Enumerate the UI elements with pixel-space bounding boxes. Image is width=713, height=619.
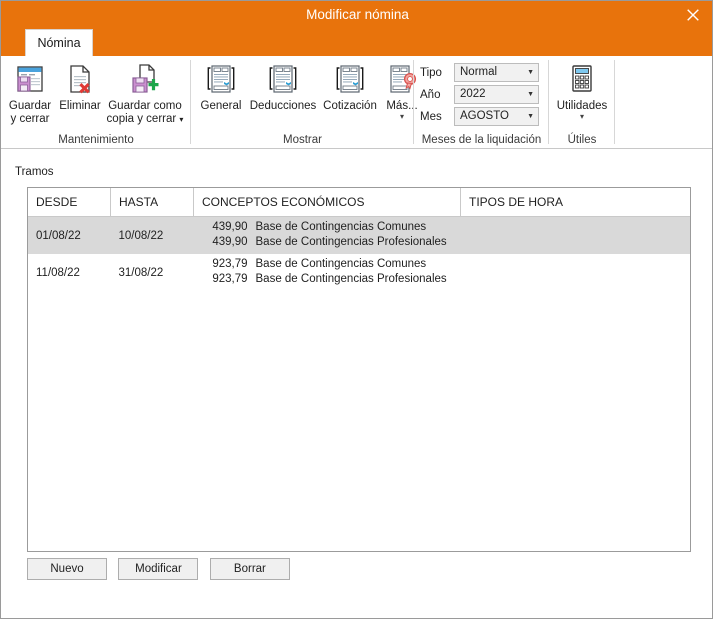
ribbon-group-mantenimiento: Guardar y cerrar Eliminar Guardar como c… [1, 56, 191, 148]
nuevo-button[interactable]: Nuevo [27, 558, 107, 580]
tramos-grid[interactable]: DESDE HASTA CONCEPTOS ECONÓMICOS TIPOS D… [27, 187, 691, 552]
borrar-button[interactable]: Borrar [209, 558, 290, 580]
tab-nomina[interactable]: Nómina [25, 29, 93, 56]
ribbon-button-guardar-como-copia-y-cerrar[interactable]: Guardar como copia y cerrar ▾ [103, 58, 187, 126]
cell-desde: 01/08/22 [28, 216, 111, 254]
field-ano: Año 2022 ▼ [420, 85, 539, 104]
concept-amount: 439,90 [212, 221, 248, 233]
ribbon-group-utiles-label: Útiles [567, 134, 597, 146]
chevron-down-icon[interactable]: ▾ [580, 113, 584, 121]
concept-amount: 439,90 [212, 236, 248, 248]
ribbon-button-general-label: General [200, 100, 242, 112]
column-header-conceptos-economicos[interactable]: CONCEPTOS ECONÓMICOS [193, 188, 461, 217]
mes-combobox[interactable]: AGOSTO ▼ [454, 107, 539, 126]
cell-hasta: 10/08/22 [110, 216, 194, 254]
section-label-tramos: Tramos [15, 166, 54, 178]
ano-value: 2022 [460, 88, 486, 100]
modificar-button[interactable]: Modificar [118, 558, 199, 580]
document-delete-icon [63, 58, 97, 100]
ribbon: Guardar y cerrar Eliminar Guardar como c… [1, 56, 712, 149]
field-tipo: Tipo Normal ▼ [420, 63, 539, 82]
ribbon-button-deducciones[interactable]: Deducciones [247, 58, 319, 113]
document-brackets-icon [266, 58, 300, 100]
column-header-hasta[interactable]: HASTA [110, 188, 194, 217]
ribbon-button-eliminar-label1: Eliminar [59, 100, 101, 112]
ribbon-button-deducciones-label: Deducciones [249, 100, 317, 112]
document-brackets-icon [204, 58, 238, 100]
save-copy-icon [128, 58, 162, 100]
chevron-down-icon[interactable]: ▾ [400, 113, 404, 121]
concept-list: 923,79 Base de Contingencias Comunes 923… [194, 254, 691, 291]
ribbon-group-mantenimiento-label: Mantenimiento [58, 134, 134, 146]
field-mes-label: Mes [420, 110, 442, 123]
main-content: Tramos DESDE HASTA CONCEPTOS ECONÓMICOS … [1, 149, 712, 618]
concept-line: 923,79 Base de Contingencias Profesional… [194, 272, 691, 287]
field-ano-label: Año [420, 88, 441, 101]
table-row[interactable]: 01/08/22 10/08/22 439,90 Base de Conting… [28, 216, 691, 254]
concept-line: 923,79 Base de Contingencias Comunes [194, 257, 691, 272]
chevron-down-icon: ▼ [527, 69, 534, 76]
tramos-table: DESDE HASTA CONCEPTOS ECONÓMICOS TIPOS D… [28, 188, 690, 291]
cell-desde: 11/08/22 [36, 266, 80, 279]
concept-name: Base de Contingencias Profesionales [255, 273, 447, 285]
tipo-combobox[interactable]: Normal ▼ [454, 63, 539, 82]
ribbon-button-guardar-y-cerrar-label1: Guardar [8, 100, 52, 112]
column-header-tipos-de-hora[interactable]: TIPOS DE HORA [460, 188, 690, 217]
ano-combobox[interactable]: 2022 ▼ [454, 85, 539, 104]
ribbon-group-meses-liquidacion: Tipo Normal ▼ Año 2022 ▼ Mes AGOSTO ▼ Me… [414, 56, 549, 148]
document-brackets-icon [333, 58, 367, 100]
concept-amount: 923,79 [212, 258, 248, 270]
ribbon-button-eliminar[interactable]: Eliminar [57, 58, 103, 113]
concept-line: 439,90 Base de Contingencias Profesional… [194, 235, 691, 250]
ribbon-separator-4 [614, 60, 615, 144]
table-row[interactable]: 11/08/22 31/08/22 923,79 Base de Conting… [28, 254, 690, 291]
chevron-down-icon[interactable]: ▾ [179, 115, 183, 124]
ribbon-group-utiles: Utilidades ▾ Útiles [549, 56, 615, 148]
field-mes: Mes AGOSTO ▼ [420, 107, 539, 126]
column-header-desde[interactable]: DESDE [28, 188, 111, 217]
ribbon-button-cotizacion[interactable]: Cotización [319, 58, 381, 113]
close-icon [687, 8, 699, 21]
window-title: Modificar nómina [306, 7, 409, 22]
concept-amount: 923,79 [212, 273, 248, 285]
field-tipo-label: Tipo [420, 66, 442, 79]
concept-name: Base de Contingencias Comunes [255, 221, 427, 233]
ribbon-button-guardar-como-copia-y-cerrar-label1: Guardar como [108, 100, 182, 112]
mes-value: AGOSTO [460, 110, 509, 122]
tipo-value: Normal [460, 66, 498, 78]
tab-nomina-label: Nómina [37, 36, 81, 50]
action-button-row: Nuevo Modificar Borrar [27, 558, 297, 580]
concept-name: Base de Contingencias Comunes [255, 258, 427, 270]
table-header-row: DESDE HASTA CONCEPTOS ECONÓMICOS TIPOS D… [28, 188, 690, 217]
ribbon-button-guardar-y-cerrar[interactable]: Guardar y cerrar [5, 58, 55, 126]
ribbon-group-mostrar: General Deducciones Cotización Más... ▾ … [191, 56, 418, 148]
ribbon-group-mostrar-label: Mostrar [283, 134, 322, 146]
title-bar: Modificar nómina [1, 1, 712, 28]
tab-strip: Nómina [1, 28, 712, 56]
ribbon-button-guardar-y-cerrar-label2: y cerrar [10, 113, 50, 125]
ribbon-button-guardar-como-copia-y-cerrar-label2: copia y cerrar ▾ [107, 113, 184, 126]
cell-conceptos: 439,90 Base de Contingencias Comunes 439… [193, 216, 691, 254]
calculator-icon [565, 58, 599, 100]
label2-text: copia y cerrar [106, 113, 177, 125]
ribbon-group-meses-liquidacion-label: Meses de la liquidación [421, 134, 542, 146]
concept-name: Base de Contingencias Profesionales [255, 236, 447, 248]
modificar-nomina-window: Modificar nómina Nómina Guardar y cerrar… [0, 0, 713, 619]
close-button[interactable] [672, 1, 712, 28]
concept-line: 439,90 Base de Contingencias Comunes [194, 220, 691, 235]
ribbon-button-utilidades[interactable]: Utilidades ▾ [553, 58, 611, 121]
save-window-icon [13, 58, 47, 100]
ribbon-button-general[interactable]: General [195, 58, 247, 113]
chevron-down-icon: ▼ [527, 91, 534, 98]
concept-list: 439,90 Base de Contingencias Comunes 439… [194, 217, 691, 254]
cell-hasta: 31/08/22 [118, 266, 164, 279]
cell-conceptos: 923,79 Base de Contingencias Comunes 923… [194, 254, 691, 291]
chevron-down-icon: ▼ [527, 113, 534, 120]
ribbon-button-cotizacion-label: Cotización [323, 100, 377, 112]
